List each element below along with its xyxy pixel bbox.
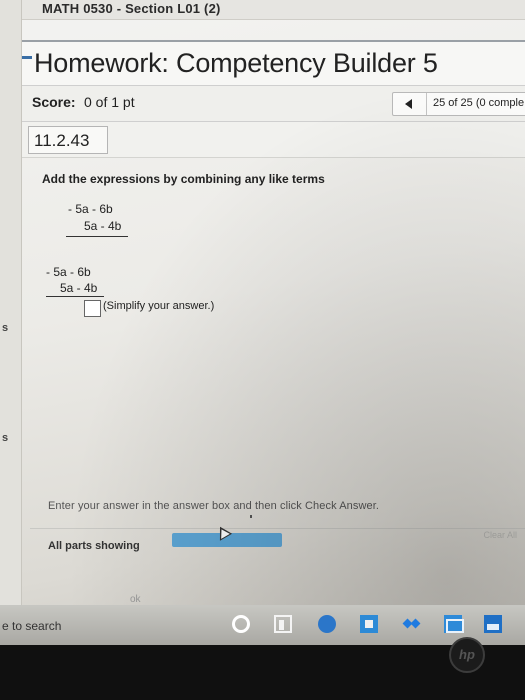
parts-showing-label: All parts showing xyxy=(48,540,140,552)
taskbar-search[interactable]: e to search xyxy=(2,619,61,633)
question-navigator[interactable]: 25 of 25 (0 comple xyxy=(392,92,525,116)
question-number-box: 11.2.43 xyxy=(28,126,108,154)
sum-rule xyxy=(66,236,128,237)
mail-icon[interactable] xyxy=(444,615,464,633)
footer-divider xyxy=(30,528,525,529)
text-caret xyxy=(250,515,252,518)
store-icon[interactable] xyxy=(360,615,378,633)
sum-rule xyxy=(46,296,104,297)
browser-screen: s s MATH 0530 - Section L01 (2) Homework… xyxy=(0,0,525,640)
question-number: 11.2.43 xyxy=(34,131,90,150)
simplify-hint: (Simplify your answer.) xyxy=(103,300,215,312)
score-value: 0 of 1 pt xyxy=(84,94,135,110)
task-view-icon[interactable] xyxy=(274,615,292,633)
homework-header: Homework: Competency Builder 5 xyxy=(22,40,525,86)
expression-line: 5a - 4b xyxy=(84,219,122,233)
photos-icon[interactable] xyxy=(484,615,502,633)
gutter-letter: s xyxy=(2,432,9,444)
homework-title: Homework: Competency Builder 5 xyxy=(34,48,438,78)
dropbox-icon[interactable] xyxy=(402,615,420,633)
instruction-text: Enter your answer in the answer box and … xyxy=(48,500,380,512)
question-position[interactable]: 25 of 25 (0 comple xyxy=(433,97,524,109)
laptop-bezel xyxy=(0,645,525,700)
windows-taskbar: e to search xyxy=(0,605,525,645)
header-accent xyxy=(22,56,32,59)
clear-all-button[interactable]: Clear All xyxy=(483,530,517,540)
expression-line: - 5a - 6b xyxy=(46,265,91,279)
gutter-letter: s xyxy=(2,322,9,334)
course-header: MATH 0530 - Section L01 (2) xyxy=(22,0,525,20)
hp-logo: hp xyxy=(449,637,485,673)
answer-input[interactable] xyxy=(84,300,101,317)
left-gutter: s s xyxy=(0,0,22,610)
cortana-icon[interactable] xyxy=(232,615,250,633)
score-bar: Score: 0 of 1 pt 25 of 25 (0 comple xyxy=(22,86,525,122)
expression-line: 5a - 4b xyxy=(60,281,98,295)
course-title: MATH 0530 - Section L01 (2) xyxy=(42,1,221,16)
previous-question-button[interactable] xyxy=(393,93,427,115)
ok-button[interactable]: ok xyxy=(130,594,141,605)
expression-line: - 5a - 6b xyxy=(68,202,113,216)
question-prompt: Add the expressions by combining any lik… xyxy=(42,172,325,186)
score-label: Score: xyxy=(32,94,76,110)
edge-icon[interactable] xyxy=(318,615,336,633)
question-number-bar: 11.2.43 xyxy=(22,122,525,158)
